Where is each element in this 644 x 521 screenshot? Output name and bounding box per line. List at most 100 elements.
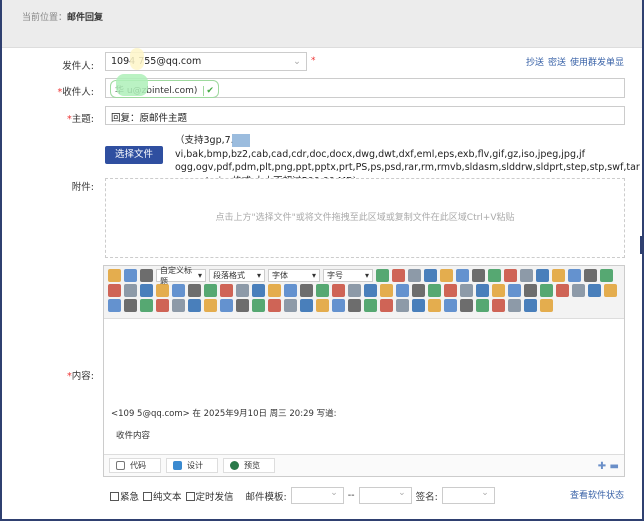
page-break-icon[interactable] — [444, 299, 457, 312]
search-replace-icon[interactable] — [476, 299, 489, 312]
split-cols-icon[interactable] — [428, 299, 441, 312]
design-mode-button[interactable]: 设计 — [166, 458, 218, 473]
music-icon[interactable] — [540, 284, 553, 297]
template-select-1[interactable] — [290, 487, 344, 504]
attachment-dropzone[interactable]: 点击上方"选择文件"或将文件拖拽至此区域或复制文件在此区域Ctrl+V粘贴 — [105, 178, 625, 258]
merge-cells-icon[interactable] — [348, 299, 361, 312]
image-icon[interactable] — [460, 284, 473, 297]
iframe-icon[interactable] — [604, 284, 617, 297]
font-color-icon[interactable] — [472, 269, 485, 282]
scheduled-checkbox[interactable]: 定时发信 — [185, 489, 234, 503]
merge-right-icon[interactable] — [364, 299, 377, 312]
emoticon-icon[interactable] — [492, 284, 505, 297]
more-icon[interactable] — [540, 299, 553, 312]
choose-file-button[interactable]: 选择文件 — [105, 146, 163, 164]
video-icon[interactable] — [524, 284, 537, 297]
preview-icon[interactable] — [492, 299, 505, 312]
editor-body[interactable]: <109 5@qq.com> 在 2025年9月10日 周三 20:29 写道:… — [104, 319, 624, 454]
preview-mode-button[interactable]: 预览 — [223, 458, 275, 473]
image-left-icon[interactable] — [396, 284, 409, 297]
side-handle[interactable] — [640, 236, 644, 254]
fullscreen-icon[interactable] — [584, 269, 597, 282]
format-clear-icon[interactable] — [316, 284, 329, 297]
special-char-icon[interactable] — [188, 299, 201, 312]
template-select-2[interactable] — [358, 487, 412, 504]
line-height-icon[interactable] — [156, 284, 169, 297]
insert-row-icon[interactable] — [284, 299, 297, 312]
pagebreak-icon[interactable] — [108, 299, 121, 312]
image-none-icon[interactable] — [412, 284, 425, 297]
bold-icon[interactable] — [376, 269, 389, 282]
wordimage-icon[interactable] — [204, 299, 217, 312]
format-brush-icon[interactable] — [536, 269, 549, 282]
blockquote-icon[interactable] — [552, 269, 565, 282]
date-icon[interactable] — [156, 299, 169, 312]
unlink-icon[interactable] — [364, 284, 377, 297]
background-icon[interactable] — [124, 299, 137, 312]
resize-controls[interactable]: ✚ ▬ — [598, 461, 619, 472]
align-center-icon[interactable] — [268, 284, 281, 297]
rtl-icon[interactable] — [220, 284, 233, 297]
magic-wand-icon[interactable] — [108, 269, 121, 282]
map-icon[interactable] — [572, 284, 585, 297]
insert-col-icon[interactable] — [316, 299, 329, 312]
align-center-left-icon[interactable] — [252, 284, 265, 297]
plain-text-checkbox[interactable]: 纯文本 — [143, 489, 182, 503]
time-icon[interactable] — [172, 299, 185, 312]
code-mode-button[interactable]: 代码 — [109, 458, 161, 473]
insert-image-icon[interactable] — [476, 284, 489, 297]
subject-input[interactable]: 回复：原邮件主题 — [105, 106, 625, 125]
paragraph-spacing-icon[interactable] — [172, 284, 185, 297]
signature-select[interactable] — [441, 487, 495, 504]
image-right-icon[interactable] — [444, 284, 457, 297]
delete-row-icon[interactable] — [300, 299, 313, 312]
print-icon[interactable] — [460, 299, 473, 312]
split-rows-icon[interactable] — [412, 299, 425, 312]
horizontal-rule-icon[interactable] — [140, 299, 153, 312]
ltr-icon[interactable] — [204, 284, 217, 297]
delete-table-icon[interactable] — [252, 299, 265, 312]
subscript-icon[interactable] — [456, 269, 469, 282]
image-center-icon[interactable] — [428, 284, 441, 297]
attachment-icon[interactable] — [556, 284, 569, 297]
unordered-list-icon[interactable] — [108, 284, 121, 297]
link-icon[interactable] — [348, 284, 361, 297]
editor-select-0[interactable]: 自定义标题 ▾ — [156, 266, 206, 286]
strikethrough-icon[interactable] — [424, 269, 437, 282]
bcc-link[interactable]: 密送 — [548, 58, 566, 68]
justify-icon[interactable] — [300, 284, 313, 297]
superscript-icon[interactable] — [440, 269, 453, 282]
redo-icon[interactable] — [140, 269, 153, 282]
hr-icon[interactable] — [508, 299, 521, 312]
snapscreen-icon[interactable] — [220, 299, 233, 312]
split-cells-icon[interactable] — [396, 299, 409, 312]
align-right-icon[interactable] — [284, 284, 297, 297]
scrawl-icon[interactable] — [508, 284, 521, 297]
template-icon[interactable] — [568, 269, 581, 282]
anchor-icon[interactable] — [380, 284, 393, 297]
italic-icon[interactable] — [392, 269, 405, 282]
merge-down-icon[interactable] — [380, 299, 393, 312]
insert-caption-icon[interactable] — [268, 299, 281, 312]
gmap-icon[interactable] — [588, 284, 601, 297]
editor-select-2[interactable]: 字体 ▾ — [268, 269, 320, 282]
ordered-list-icon[interactable] — [600, 269, 613, 282]
paste-text-icon[interactable] — [124, 284, 137, 297]
help-icon[interactable] — [524, 299, 537, 312]
delete-col-icon[interactable] — [332, 299, 345, 312]
new-page-icon[interactable] — [140, 284, 153, 297]
editor-select-1[interactable]: 段落格式 ▾ — [209, 269, 265, 282]
urgent-checkbox[interactable]: 紧急 — [110, 489, 139, 503]
group-send-link[interactable]: 使用群发单显 — [570, 58, 624, 68]
char-case-icon[interactable] — [332, 284, 345, 297]
table-icon[interactable] — [236, 299, 249, 312]
highlight-icon[interactable] — [488, 269, 501, 282]
textbox-icon[interactable] — [504, 269, 517, 282]
software-status-link[interactable]: 查看软件状态 — [570, 488, 624, 501]
underline-icon[interactable] — [408, 269, 421, 282]
eraser-icon[interactable] — [520, 269, 533, 282]
align-left-icon[interactable] — [236, 284, 249, 297]
row-spacing-icon[interactable] — [188, 284, 201, 297]
cc-link[interactable]: 抄送 — [526, 58, 544, 68]
editor-select-3[interactable]: 字号 ▾ — [323, 269, 373, 282]
